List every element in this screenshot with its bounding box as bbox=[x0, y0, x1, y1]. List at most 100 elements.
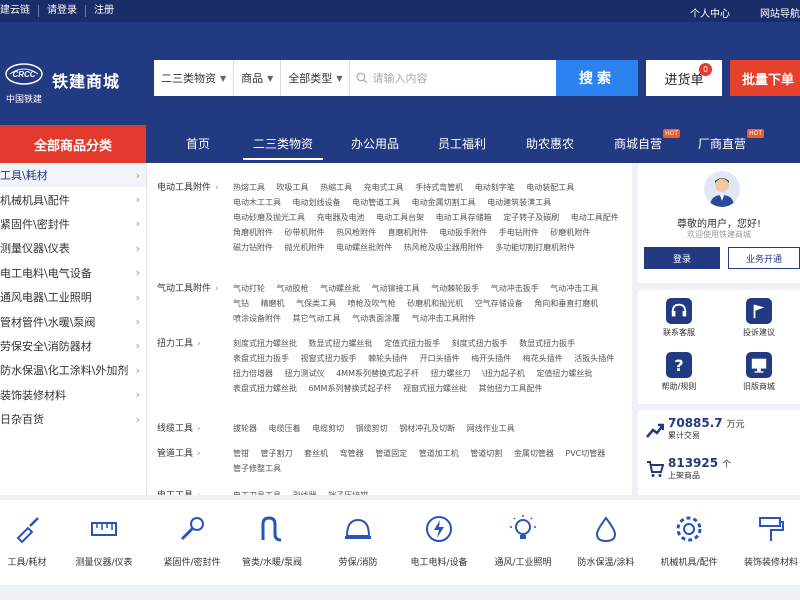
category-shortcut[interactable]: 装饰装修材料 bbox=[730, 514, 800, 568]
subcategory-link[interactable]: 电缆剪切 bbox=[312, 424, 344, 433]
subcategory-link[interactable]: 气动铆接工具 bbox=[372, 284, 420, 293]
nav-tab-4[interactable]: 助农惠农 bbox=[526, 135, 574, 152]
subcategory-link[interactable]: 电动装配工具 bbox=[526, 183, 574, 192]
subcategory-link[interactable]: 砂带机附件 bbox=[285, 228, 325, 237]
subcategory-link[interactable]: 4MM系列替换式起子杆 bbox=[336, 369, 419, 378]
subcategory-link[interactable]: 扭力测试仪 bbox=[285, 369, 325, 378]
nav-tab-3[interactable]: 员工福利 bbox=[438, 135, 486, 152]
category-shortcut[interactable]: 工具/耗材 bbox=[0, 514, 68, 568]
subcategory-link[interactable]: 电动工具配件 bbox=[571, 213, 619, 222]
subcategory-link[interactable]: 棘轮头插件 bbox=[368, 354, 408, 363]
subcategory-link[interactable]: 管子修整工具 bbox=[233, 464, 281, 473]
category-menu-item[interactable]: 管材管件\水暖\泵阀 › bbox=[0, 309, 146, 333]
user-center-link[interactable]: 个人中心 bbox=[690, 5, 730, 20]
subcategory-group-title[interactable]: 管道工具 › bbox=[157, 446, 221, 459]
subcategory-link[interactable]: 气动胶枪 bbox=[277, 284, 309, 293]
subcategory-link[interactable]: 充电器及电池 bbox=[317, 213, 365, 222]
register-link[interactable]: 注册 bbox=[86, 5, 122, 17]
subcategory-link[interactable]: 刻度式扭力螺丝批 bbox=[233, 339, 297, 348]
subcategory-link[interactable]: 弯管器 bbox=[340, 449, 364, 458]
subcategory-link[interactable]: PVC切管器 bbox=[565, 449, 605, 458]
category-menu-item[interactable]: 工具\耗材 › bbox=[0, 163, 146, 188]
nav-tab-1[interactable]: 二三类物资 bbox=[242, 135, 324, 160]
subcategory-link[interactable]: \扭力起子机 bbox=[482, 369, 525, 378]
site-nav-link[interactable]: 网站导航 bbox=[760, 5, 800, 20]
subcategory-link[interactable]: 定值扭力螺丝批 bbox=[536, 369, 592, 378]
subcategory-link[interactable]: 吹吸工具 bbox=[277, 183, 309, 192]
subcategory-group-title[interactable]: 电工工具› bbox=[157, 488, 221, 495]
login-button[interactable]: 登录 bbox=[644, 247, 720, 269]
search-button[interactable]: 搜索 bbox=[556, 60, 638, 96]
subcategory-link[interactable]: 端子压接钳 bbox=[328, 491, 368, 495]
subcategory-link[interactable]: 电工刀具工具 bbox=[233, 491, 281, 495]
category-shortcut[interactable]: 机械机具/配件 bbox=[648, 514, 730, 568]
subcategory-link[interactable]: 剥线器 bbox=[293, 491, 317, 495]
nav-tab-2[interactable]: 办公用品 bbox=[351, 135, 399, 152]
contact-service-button[interactable]: 联系客服 bbox=[640, 294, 718, 348]
site-name-link[interactable]: 建云链 bbox=[0, 5, 39, 17]
subcategory-link[interactable]: 气动冲击扳手 bbox=[491, 284, 539, 293]
subcategory-link[interactable]: 气动冲击工具附件 bbox=[412, 314, 476, 323]
category-shortcut[interactable]: 劳保/消防 bbox=[317, 514, 399, 568]
category-menu-item[interactable]: 通风电器\工业照明 › bbox=[0, 285, 146, 309]
subcategory-link[interactable]: 套丝机 bbox=[304, 449, 328, 458]
subcategory-link[interactable]: 多功能切割打磨机附件 bbox=[495, 243, 575, 252]
subcategory-link[interactable]: 活扳头插件 bbox=[574, 354, 614, 363]
subcategory-link[interactable]: 扭力倍增器 bbox=[233, 369, 273, 378]
subcategory-link[interactable]: 热缩工具 bbox=[320, 183, 352, 192]
subcategory-link[interactable]: 气保类工具 bbox=[296, 299, 336, 308]
subcategory-link[interactable]: 电缆压着 bbox=[269, 424, 301, 433]
nav-tab-5[interactable]: 商城自营 HOT bbox=[614, 129, 681, 152]
subcategory-link[interactable]: 梅开头插件 bbox=[471, 354, 511, 363]
subcategory-link[interactable]: 数显式扭力扳手 bbox=[519, 339, 575, 348]
category-shortcut[interactable]: 紧固件/密封件 bbox=[151, 514, 233, 568]
subcategory-link[interactable]: 气动棘轮扳手 bbox=[431, 284, 479, 293]
subcategory-link[interactable]: 视窗式扭力扳手 bbox=[301, 354, 357, 363]
subcategory-link[interactable]: 气动打轮 bbox=[233, 284, 265, 293]
subcategory-link[interactable]: 表盘式扭力扳手 bbox=[233, 354, 289, 363]
subcategory-link[interactable]: 角向和垂直打磨机 bbox=[534, 299, 598, 308]
subcategory-link[interactable]: 砂磨机和抛光机 bbox=[407, 299, 463, 308]
subcategory-link[interactable]: 喷涂设备附件 bbox=[233, 314, 281, 323]
subcategory-link[interactable]: 手电钻附件 bbox=[499, 228, 539, 237]
subcategory-link[interactable]: 电动管道工具 bbox=[352, 198, 400, 207]
category-menu-item[interactable]: 机械机具\配件 › bbox=[0, 187, 146, 211]
nav-tab-6[interactable]: 厂商直营 HOT bbox=[698, 129, 765, 152]
all-categories-button[interactable]: 全部商品分类 bbox=[0, 125, 146, 163]
subcategory-link[interactable]: 电动金属切割工具 bbox=[412, 198, 476, 207]
category-shortcut[interactable]: 通风/工业照明 bbox=[482, 514, 564, 568]
subcategory-link[interactable]: 梅花头插件 bbox=[523, 354, 563, 363]
subcategory-link[interactable]: 空气存储设备 bbox=[475, 299, 523, 308]
subcategory-link[interactable]: 气动表面涂覆 bbox=[352, 314, 400, 323]
subcategory-link[interactable]: 其他扭力工具配件 bbox=[479, 384, 543, 393]
subcategory-link[interactable]: 气动螺丝批 bbox=[320, 284, 360, 293]
subcategory-group-title[interactable]: 扭力工具 › bbox=[157, 336, 221, 349]
subcategory-link[interactable]: 直磨机附件 bbox=[388, 228, 428, 237]
subcategory-link[interactable]: 管道加工机 bbox=[419, 449, 459, 458]
subcategory-link[interactable]: 电动木工工具 bbox=[233, 198, 281, 207]
complaint-button[interactable]: 投诉建议 bbox=[720, 294, 798, 348]
subcategory-link[interactable]: 其它气动工具 bbox=[293, 314, 341, 323]
category-menu-item[interactable]: 测量仪器\仪表 › bbox=[0, 236, 146, 260]
category-shortcut[interactable]: 防水保温/涂料 bbox=[565, 514, 647, 568]
brand-name[interactable]: 铁建商城 bbox=[52, 68, 120, 92]
category-menu-item[interactable]: 电工电料\电气设备 › bbox=[0, 261, 146, 285]
cart-button[interactable]: 进货单 0 bbox=[646, 60, 722, 96]
subcategory-link[interactable]: 精磨机 bbox=[261, 299, 285, 308]
subcategory-link[interactable]: 磁力钻附件 bbox=[233, 243, 273, 252]
subcategory-link[interactable]: 6MM系列替换式起子杆 bbox=[309, 384, 392, 393]
category-menu-item[interactable]: 紧固件\密封件 › bbox=[0, 212, 146, 236]
subcategory-link[interactable]: 定子转子及碳刷 bbox=[503, 213, 559, 222]
subcategory-group-title[interactable]: 电动工具附件 › bbox=[157, 180, 221, 193]
search-input[interactable]: 请输入内容 bbox=[350, 70, 556, 86]
category-menu-item[interactable]: 日杂百货 › bbox=[0, 407, 146, 431]
subcategory-link[interactable]: 钢缆剪切 bbox=[356, 424, 388, 433]
nav-tab-0[interactable]: 首页 bbox=[186, 135, 210, 152]
search-scope-select[interactable]: 二三类物资 ▼ bbox=[154, 60, 235, 96]
subcategory-link[interactable]: 管子割刀 bbox=[261, 449, 293, 458]
subcategory-link[interactable]: 砂磨机附件 bbox=[550, 228, 590, 237]
subcategory-link[interactable]: 热风枪及吸尘器用附件 bbox=[404, 243, 484, 252]
subcategory-link[interactable]: 定值式扭力扳手 bbox=[384, 339, 440, 348]
subcategory-link[interactable]: 电动砂磨及抛光工具 bbox=[233, 213, 305, 222]
subcategory-link[interactable]: 刻度式扭力扳手 bbox=[452, 339, 508, 348]
